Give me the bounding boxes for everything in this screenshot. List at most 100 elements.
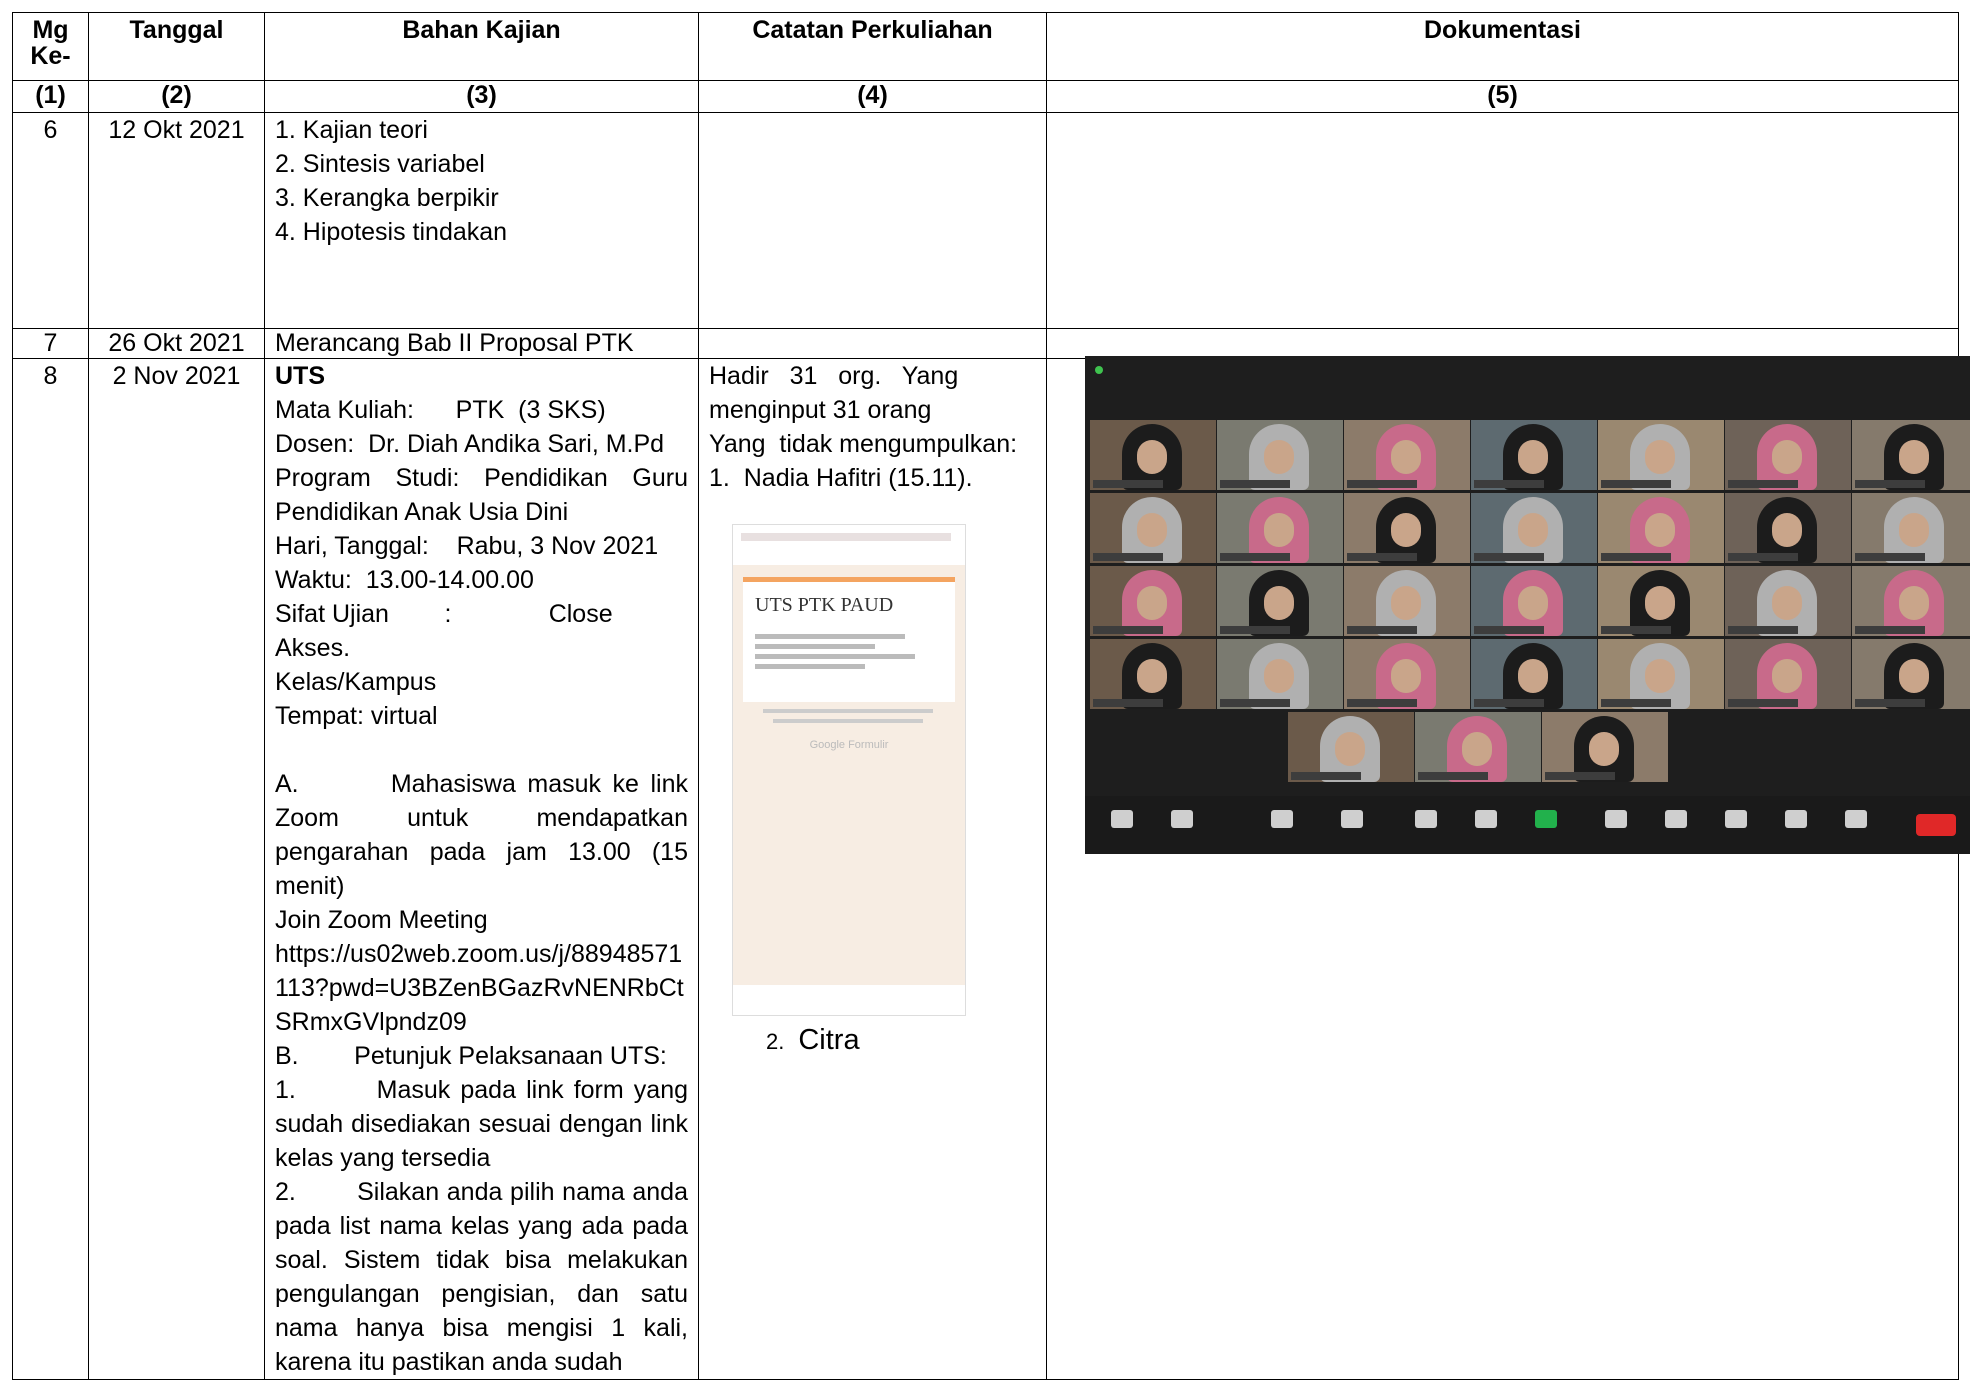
row-bahan: Merancang Bab II Proposal PTK (264, 328, 699, 359)
participant-tile (1217, 566, 1343, 636)
table-row: 7 26 Okt 2021 Merancang Bab II Proposal … (12, 328, 1959, 359)
participant-tile (1598, 639, 1724, 709)
zoom-meeting-screenshot (1085, 356, 1970, 854)
row-bahan: 1. Kajian teori 2. Sintesis variabel 3. … (264, 112, 699, 329)
uts-join: Join Zoom Meeting (275, 906, 488, 934)
list-item: 3. Kerangka berpikir (275, 184, 499, 212)
catatan-hadir: Hadir 31 org. Yang (709, 362, 959, 390)
uts-sifat: Sifat Ujian : Close (275, 600, 613, 628)
participant-tile (1852, 639, 1970, 709)
col-number-4: (4) (698, 80, 1047, 113)
header-tanggal: Tanggal (88, 12, 265, 81)
participant-tile (1090, 639, 1216, 709)
google-forms-logo: Google Formulir (809, 739, 889, 751)
mute-icon (1111, 810, 1133, 828)
share-screen-icon (1535, 810, 1557, 828)
bahan-list: 1. Kajian teori 2. Sintesis variabel 3. … (275, 114, 688, 250)
row-tanggal: 12 Okt 2021 (88, 112, 265, 329)
form-closed-screenshot: UTS PTK PAUD Google Formulir (732, 524, 966, 1016)
polls-icon (1415, 810, 1437, 828)
catatan-item-2-name: Citra (798, 1024, 860, 1056)
uts-step-2: 2. Silakan anda pilih nama anda pada lis… (275, 1178, 695, 1376)
uts-waktu: Waktu: 13.00-14.00.00 (275, 566, 534, 594)
column-number-row: (1) (2) (3) (4) (5) (12, 80, 1959, 113)
participant-tile (1471, 420, 1597, 490)
uts-matkul: Mata Kuliah: PTK (3 SKS) (275, 396, 606, 424)
catatan-input: menginput 31 orang (709, 396, 932, 424)
catatan-item-2-number: 2. (766, 1029, 785, 1054)
col-number-3: (3) (264, 80, 699, 113)
header-bahan: Bahan Kajian (264, 12, 699, 81)
participant-tile (1217, 493, 1343, 563)
form-title: UTS PTK PAUD (755, 594, 894, 616)
uts-sifat-cont: Akses. (275, 634, 351, 662)
participant-tile (1471, 493, 1597, 563)
participant-tile (1090, 566, 1216, 636)
security-icon (1271, 810, 1293, 828)
participant-tile (1725, 420, 1851, 490)
participant-tile (1090, 493, 1216, 563)
list-item: 2. Sintesis variabel (275, 150, 485, 178)
col-number-1: (1) (12, 80, 89, 113)
participant-tile (1344, 639, 1470, 709)
record-icon (1605, 810, 1627, 828)
uts-section-a: A. Mahasiswa masuk ke link Zoom untuk me… (275, 770, 695, 900)
participant-tile (1852, 420, 1970, 490)
participant-tile (1598, 420, 1724, 490)
zoom-link-1: https://us02web.zoom.us/j/88948571 (275, 940, 683, 968)
reactions-icon (1725, 810, 1747, 828)
participant-tile (1415, 712, 1541, 782)
participants-icon (1341, 810, 1363, 828)
uts-tempat: Tempat: virtual (275, 702, 438, 730)
col-number-2: (2) (88, 80, 265, 113)
participant-tile (1852, 493, 1970, 563)
uts-title: UTS (275, 362, 325, 390)
participant-tile (1471, 639, 1597, 709)
participant-tile (1344, 420, 1470, 490)
participant-tile (1725, 493, 1851, 563)
chat-icon (1475, 810, 1497, 828)
participant-tile (1598, 566, 1724, 636)
catatan-tidak: Yang tidak mengumpulkan: (709, 430, 1018, 458)
video-icon (1171, 810, 1193, 828)
form-card: UTS PTK PAUD (743, 577, 955, 702)
participant-tile (1344, 566, 1470, 636)
participant-tile (1852, 566, 1970, 636)
row-bahan-uts: UTS Mata Kuliah: PTK (3 SKS) Dosen: Dr. … (264, 358, 699, 1380)
uts-section-b: B. Petunjuk Pelaksanaan UTS: (275, 1042, 667, 1070)
end-meeting-button (1916, 814, 1956, 836)
header-dokumentasi: Dokumentasi (1046, 12, 1959, 81)
uts-prodi-cont: Pendidikan Anak Usia Dini (275, 498, 569, 526)
uts-dosen: Dosen: Dr. Diah Andika Sari, M.Pd (275, 430, 665, 458)
zoom-link-2: 113?pwd=U3BZenBGazRvNENRbCt (275, 974, 684, 1002)
row-catatan (698, 328, 1047, 359)
participant-tile (1288, 712, 1414, 782)
uts-hari: Hari, Tanggal: Rabu, 3 Nov 2021 (275, 532, 659, 560)
participant-tile (1542, 712, 1668, 782)
participant-tile (1217, 420, 1343, 490)
row-mg: 7 (12, 328, 89, 359)
catatan-item-1: 1. Nadia Hafitri (15.11). (709, 464, 973, 492)
header-row: Mg Ke- Tanggal Bahan Kajian Catatan Perk… (12, 12, 1959, 81)
participant-tile (1471, 566, 1597, 636)
row-catatan (698, 112, 1047, 329)
row-tanggal: 2 Nov 2021 (88, 358, 265, 1380)
uts-prodi: Program Studi: Pendidikan Guru (275, 464, 688, 492)
participant-tile (1598, 493, 1724, 563)
row-mg: 8 (12, 358, 89, 1380)
security-dot-icon (1095, 366, 1103, 374)
participant-tile (1344, 493, 1470, 563)
zoom-toolbar (1085, 796, 1970, 854)
list-item: 4. Hipotesis tindakan (275, 218, 508, 246)
participant-tile (1725, 566, 1851, 636)
catatan-item-2: 2. Citra (766, 1024, 860, 1057)
breakout-rooms-icon (1665, 810, 1687, 828)
list-item: 1. Kajian teori (275, 116, 428, 144)
table-row: 6 12 Okt 2021 1. Kajian teori 2. Sintesi… (12, 112, 1959, 329)
phone-nav-bar (733, 985, 965, 1015)
uts-kelas: Kelas/Kampus (275, 668, 437, 696)
phone-status-bar (733, 525, 965, 565)
header-catatan: Catatan Perkuliahan (698, 12, 1047, 81)
more-icon (1845, 810, 1867, 828)
participant-tile (1217, 639, 1343, 709)
